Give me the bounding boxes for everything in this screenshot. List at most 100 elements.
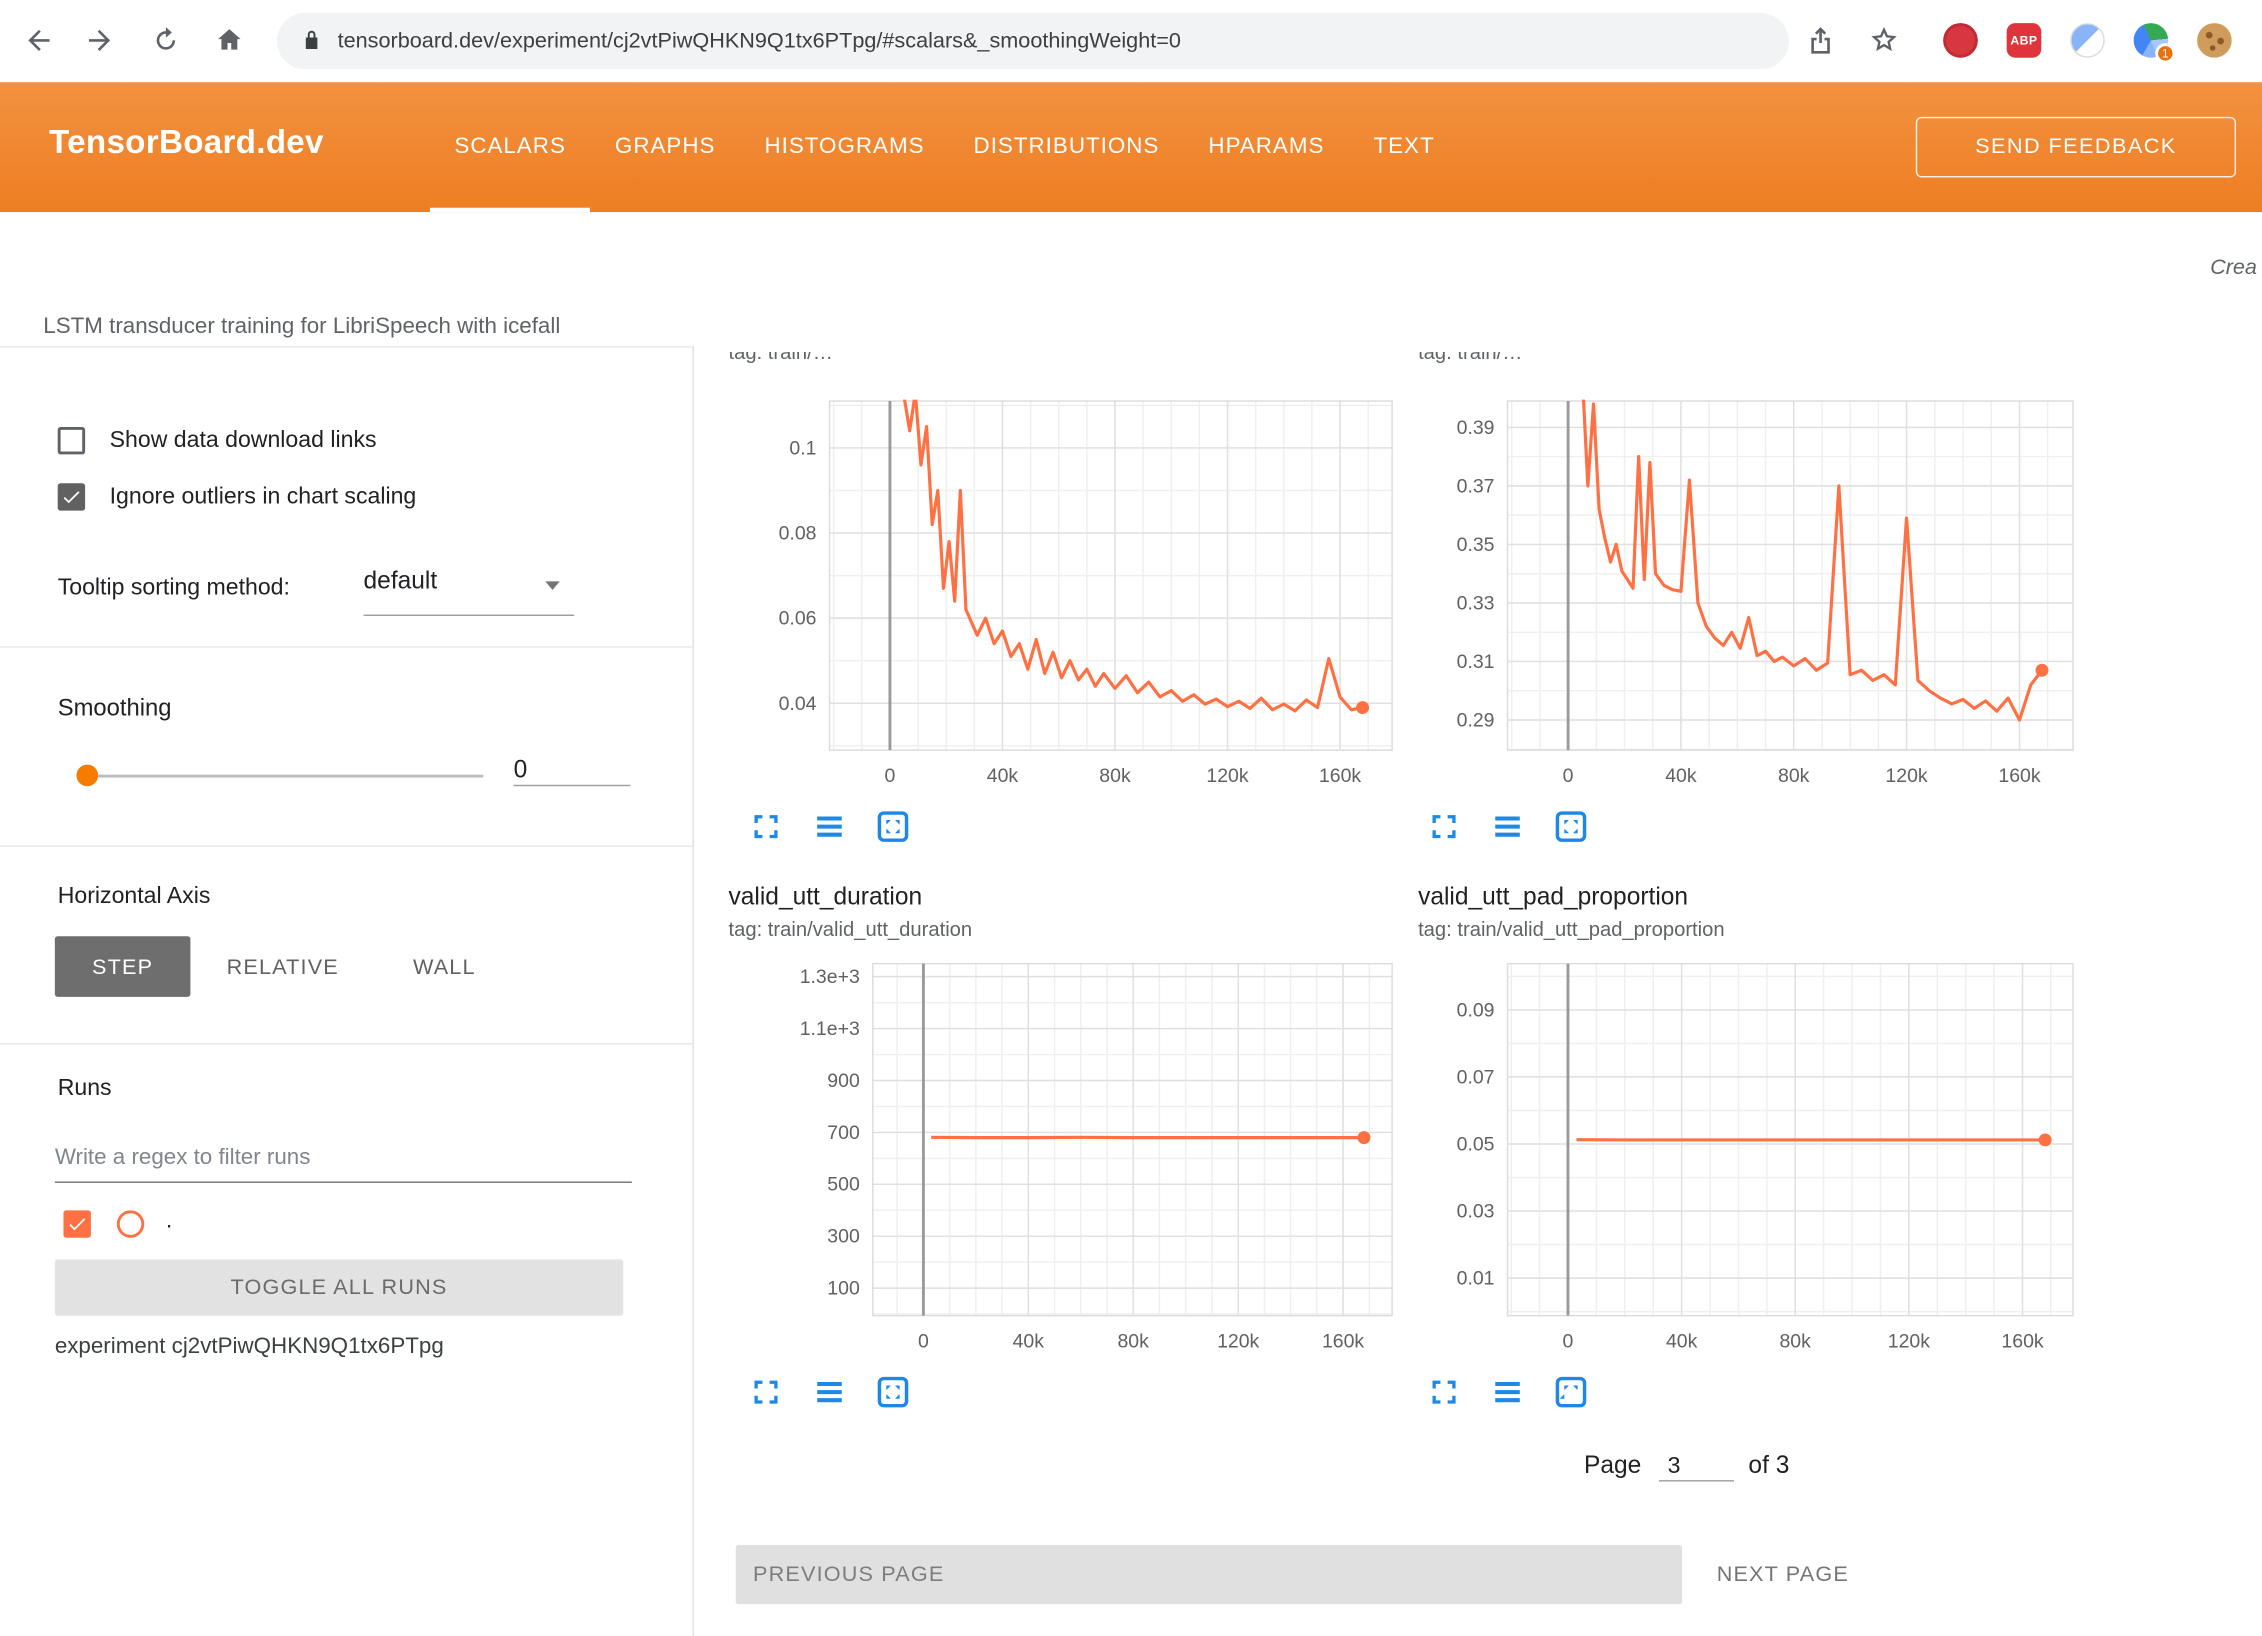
svg-text:0.06: 0.06	[779, 608, 817, 630]
runs-label: Runs	[58, 1076, 112, 1102]
svg-text:0.05: 0.05	[1457, 1133, 1495, 1155]
svg-text:0.04: 0.04	[779, 693, 817, 715]
fit-domain-icon[interactable]	[1555, 811, 1587, 843]
axis-step-button[interactable]: STEP	[55, 936, 191, 997]
svg-text:80k: 80k	[1779, 1330, 1811, 1352]
svg-text:160k: 160k	[2001, 1330, 2043, 1352]
svg-text:0: 0	[1563, 1330, 1574, 1352]
svg-text:120k: 120k	[1206, 765, 1248, 787]
page-label: Page	[1584, 1451, 1641, 1480]
reload-icon[interactable]	[150, 25, 182, 57]
browser-chrome: tensorboard.dev/experiment/cj2vtPiwQHKN9…	[0, 0, 2262, 82]
home-icon[interactable]	[214, 25, 246, 57]
runs-list-icon[interactable]	[1492, 811, 1524, 843]
svg-text:160k: 160k	[1322, 1330, 1364, 1352]
profile-avatar[interactable]: 1	[2134, 23, 2169, 58]
bookmark-star-icon[interactable]	[1868, 25, 1900, 57]
abp-extension-icon[interactable]: ABP	[2007, 23, 2042, 58]
lock-icon	[300, 29, 323, 52]
svg-text:0: 0	[885, 765, 896, 787]
previous-page-button[interactable]: PREVIOUS PAGE	[736, 1545, 1682, 1604]
chart-top-right[interactable]: 040k80k120k160k0.390.370.350.330.310.29	[1399, 390, 2077, 803]
url-text: tensorboard.dev/experiment/cj2vtPiwQHKN9…	[338, 13, 1181, 69]
clipped-chart-tag: tag: train/…	[729, 352, 1162, 369]
runs-list-icon[interactable]	[814, 811, 846, 843]
send-feedback-button[interactable]: SEND FEEDBACK	[1916, 117, 2236, 178]
chart-toolbar	[750, 1376, 909, 1408]
svg-text:80k: 80k	[1117, 1330, 1149, 1352]
expand-chart-icon[interactable]	[750, 811, 782, 843]
svg-text:0.07: 0.07	[1457, 1066, 1495, 1088]
app-header: TensorBoard.dev SCALARS GRAPHS HISTOGRAM…	[0, 82, 2262, 212]
chart-title: valid_utt_duration	[729, 883, 923, 912]
run-checkbox[interactable]	[63, 1210, 90, 1237]
ignore-outliers-checkbox[interactable]	[58, 483, 85, 510]
smoothing-slider-track[interactable]	[82, 775, 483, 778]
divider	[0, 646, 694, 647]
chart-bottom-right[interactable]: 040k80k120k160k0.090.070.050.030.01	[1411, 952, 2089, 1365]
chevron-down-icon	[545, 581, 559, 590]
svg-text:0.01: 0.01	[1457, 1268, 1495, 1290]
svg-text:0.08: 0.08	[779, 523, 817, 545]
smoothing-slider-handle[interactable]	[76, 765, 98, 787]
svg-text:0.1: 0.1	[789, 437, 816, 459]
tooltip-sorting-select[interactable]: default	[364, 567, 575, 615]
blue-extension-icon[interactable]	[2070, 23, 2105, 58]
chart-top-left[interactable]: 040k80k120k160k0.10.080.060.04	[721, 390, 1399, 803]
tab-histograms[interactable]: HISTOGRAMS	[740, 82, 949, 212]
cookie-extension-icon[interactable]	[2197, 23, 2232, 58]
adblock-extension-icon[interactable]	[1943, 23, 1978, 58]
svg-text:0.33: 0.33	[1457, 592, 1495, 614]
runs-filter-input[interactable]	[55, 1134, 632, 1183]
smoothing-value-input[interactable]	[514, 756, 631, 786]
checkmark-icon	[61, 486, 83, 508]
tab-text[interactable]: TEXT	[1349, 82, 1459, 212]
fit-domain-icon[interactable]	[877, 811, 909, 843]
svg-text:120k: 120k	[1217, 1330, 1259, 1352]
page-number-input[interactable]	[1659, 1454, 1734, 1481]
svg-text:0.37: 0.37	[1457, 475, 1495, 497]
forward-icon[interactable]	[84, 25, 116, 57]
ignore-outliers-label: Ignore outliers in chart scaling	[110, 485, 417, 511]
share-icon[interactable]	[1805, 25, 1837, 57]
svg-text:0: 0	[1563, 765, 1574, 787]
fit-domain-icon[interactable]	[877, 1376, 909, 1408]
svg-text:80k: 80k	[1778, 765, 1810, 787]
svg-text:900: 900	[827, 1070, 860, 1092]
run-isolate-radio[interactable]	[117, 1210, 144, 1237]
show-download-links-checkbox[interactable]	[58, 427, 85, 454]
tab-hparams[interactable]: HPARAMS	[1184, 82, 1349, 212]
fit-domain-icon[interactable]	[1555, 1376, 1587, 1408]
url-bar[interactable]: tensorboard.dev/experiment/cj2vtPiwQHKN9…	[277, 13, 1789, 69]
svg-text:160k: 160k	[1998, 765, 2040, 787]
tab-scalars[interactable]: SCALARS	[430, 82, 591, 212]
divider	[0, 845, 694, 846]
settings-sidebar: Show data download links Ignore outliers…	[0, 346, 694, 1636]
runs-list-icon[interactable]	[814, 1376, 846, 1408]
tab-distributions[interactable]: DISTRIBUTIONS	[949, 82, 1184, 212]
runs-list-icon[interactable]	[1492, 1376, 1524, 1408]
svg-text:0.09: 0.09	[1457, 999, 1495, 1021]
expand-chart-icon[interactable]	[1428, 1376, 1460, 1408]
back-icon[interactable]	[23, 25, 55, 57]
tooltip-sorting-label: Tooltip sorting method:	[58, 576, 290, 602]
svg-text:300: 300	[827, 1226, 860, 1248]
show-download-links-label: Show data download links	[110, 428, 377, 454]
run-name: .	[166, 1209, 172, 1235]
svg-text:0.35: 0.35	[1457, 534, 1495, 556]
brand[interactable]: TensorBoard.dev	[49, 123, 324, 162]
expand-chart-icon[interactable]	[750, 1376, 782, 1408]
chart-tag: tag: train/valid_utt_pad_proportion	[1418, 917, 1725, 940]
svg-text:40k: 40k	[1013, 1330, 1045, 1352]
next-page-button[interactable]: NEXT PAGE	[1699, 1545, 1901, 1604]
axis-relative-button[interactable]: RELATIVE	[202, 936, 364, 997]
checkmark-icon	[66, 1213, 88, 1235]
chart-bottom-left[interactable]: 040k80k120k160k1.3e+31.1e+39007005003001…	[721, 952, 1399, 1365]
toggle-all-runs-button[interactable]: TOGGLE ALL RUNS	[55, 1259, 623, 1315]
main-nav: SCALARS GRAPHS HISTOGRAMS DISTRIBUTIONS …	[430, 82, 1459, 212]
axis-wall-button[interactable]: WALL	[378, 936, 511, 997]
chart-tag: tag: train/valid_utt_duration	[729, 917, 973, 940]
svg-text:100: 100	[827, 1278, 860, 1300]
expand-chart-icon[interactable]	[1428, 811, 1460, 843]
tab-graphs[interactable]: GRAPHS	[590, 82, 740, 212]
